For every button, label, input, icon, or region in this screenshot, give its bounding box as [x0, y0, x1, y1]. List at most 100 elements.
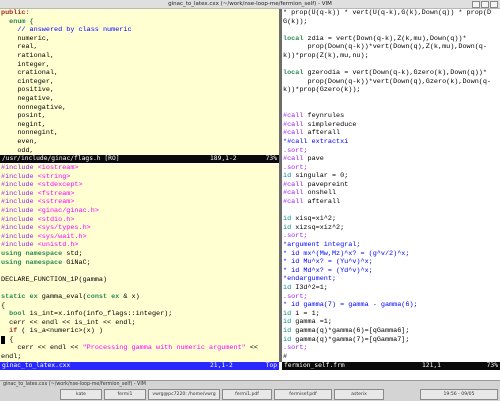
code-line[interactable]: #call pave	[283, 155, 500, 164]
task-fermi1-pdf[interactable]: fermi1.pdf	[222, 389, 272, 400]
code-line[interactable]: local zdia = vert(Down(q-k),Z(k,mu),Down…	[283, 35, 500, 44]
code-line[interactable]: id xizsq=xiz^2;	[283, 224, 500, 233]
code-line[interactable]: #	[283, 353, 500, 362]
code-line[interactable]: prop(Down(q-k))*vert(Down(q),Gzero(k),Do…	[283, 78, 500, 87]
code-line[interactable]	[283, 95, 500, 104]
code-line[interactable]: * id gamma(7) = gamma - gamma(6);	[283, 301, 500, 310]
code-line[interactable]: id I3d^2=1;	[283, 284, 500, 293]
editor-pane-flags[interactable]: public: enum { // answered by class nume…	[0, 9, 279, 155]
code-line[interactable]: * id Mu^x? = (Yu^v)^x;	[283, 258, 500, 267]
maximize-button[interactable]	[481, 1, 489, 8]
code-line[interactable]: *argument integral;	[283, 241, 500, 250]
task-kate[interactable]: kate	[60, 389, 102, 400]
code-line[interactable]: numeric,	[1, 35, 279, 44]
code-line[interactable]: #call pavepreint	[283, 181, 500, 190]
code-line[interactable]: .sort;	[283, 293, 500, 302]
code-text[interactable]: * prop(U(q-k)) * vert(U(q-k),G(k),Down(q…	[282, 9, 500, 361]
code-line[interactable]: * id mx^(Mw,Mz)^x? = (g^v/2)^x;	[283, 250, 500, 259]
code-line[interactable]: prop(Down(q-k))*vert(Down(q),Z(k,mu),Dow…	[283, 43, 500, 52]
code-line[interactable]	[1, 267, 279, 276]
code-line[interactable]: using namespace std;	[1, 250, 279, 259]
code-line[interactable]: #include <iostream>	[1, 164, 279, 173]
code-line[interactable]: positive,	[1, 86, 279, 95]
code-token: #include	[1, 164, 38, 172]
code-line[interactable]: .sort;	[283, 147, 500, 156]
code-line[interactable]: crational,	[1, 69, 279, 78]
code-line[interactable]: even,	[1, 138, 279, 147]
code-line[interactable]: #call simplereduce	[283, 121, 500, 130]
code-line[interactable]: id gamma(q)*gamma(6)=[qGamma6];	[283, 327, 500, 336]
code-text[interactable]: public: enum { // answered by class nume…	[0, 9, 279, 155]
code-line[interactable]: negative,	[1, 95, 279, 104]
code-line[interactable]: id i = 1;	[283, 310, 500, 319]
code-line[interactable]: #call afterall	[283, 198, 500, 207]
code-line[interactable]: {	[1, 302, 279, 311]
code-line[interactable]: nonnegint,	[1, 129, 279, 138]
code-line[interactable]	[283, 104, 500, 113]
task-asterix[interactable]: asterix	[334, 389, 384, 400]
code-line[interactable]: {	[1, 335, 279, 345]
code-text[interactable]: #include <iostream> #include <string> #inc…	[0, 164, 279, 362]
code-line[interactable]: #include <sys/wait.h>	[1, 233, 279, 242]
code-line[interactable]: id singular = 0;	[283, 172, 500, 181]
close-button[interactable]	[490, 1, 498, 8]
code-line[interactable]: G(k));	[283, 18, 500, 27]
code-line[interactable]: odd,	[1, 147, 279, 156]
code-line[interactable]: id xisq=xi^2;	[283, 215, 500, 224]
code-line[interactable]	[283, 207, 500, 216]
code-line[interactable]: static ex gamma_eval(const ex & x)	[1, 293, 279, 302]
code-line[interactable]: cerr << endl << "Processing gamma with n…	[1, 344, 279, 353]
code-token: nonnegative,	[1, 103, 67, 112]
code-line[interactable]: * id Md^x? = (Yd^v)^x;	[283, 267, 500, 276]
code-line[interactable]: #include <sys/types.h>	[1, 224, 279, 233]
code-line[interactable]: #include <ginac/ginac.h>	[1, 207, 279, 216]
code-line[interactable]: endl;	[1, 353, 279, 362]
task-fermi1[interactable]: fermi1	[104, 389, 146, 400]
code-line[interactable]: k))*prop(Gzero(k));	[283, 86, 500, 95]
code-line[interactable]: .sort;	[283, 344, 500, 353]
code-line[interactable]: real,	[1, 43, 279, 52]
code-line[interactable]: if ( is_a<numeric>(x) )	[1, 327, 279, 336]
code-line[interactable]	[283, 26, 500, 35]
command-line[interactable]	[0, 371, 500, 379]
code-line[interactable]: #include <stdexcept>	[1, 181, 279, 190]
editor-pane-fermion[interactable]: * prop(U(q-k)) * vert(U(q-k),G(k),Down(q…	[282, 9, 500, 362]
code-token: local	[283, 69, 304, 78]
code-line[interactable]	[1, 284, 279, 293]
code-line[interactable]: id gamma(q)*gamma(7)=[qGamma7];	[283, 336, 500, 345]
code-line[interactable]: local gzerodia = vert(Down(q-k),Gzero(k)…	[283, 69, 500, 78]
code-line[interactable]: * prop(U(q-k)) * vert(U(q-k),G(k),Down(q…	[283, 9, 500, 18]
code-line[interactable]: enum {	[1, 18, 279, 27]
code-line[interactable]: *endargument;	[283, 275, 500, 284]
code-line[interactable]	[283, 61, 500, 70]
code-line[interactable]: #include <stdio.h>	[1, 216, 279, 225]
code-line[interactable]: nonnegative,	[1, 104, 279, 113]
code-line[interactable]: #include <unistd.h>	[1, 241, 279, 250]
code-line[interactable]: #call onshell	[283, 189, 500, 198]
code-line[interactable]: // answered by class numeric	[1, 26, 279, 35]
code-line[interactable]: .sort;	[283, 164, 500, 173]
editor-pane-ginac[interactable]: #include <iostream> #include <string> #inc…	[0, 164, 279, 362]
code-line[interactable]: id gamma =1;	[283, 318, 500, 327]
code-line[interactable]: #call feynrules	[283, 112, 500, 121]
minimize-button[interactable]	[472, 1, 480, 8]
code-line[interactable]: bool is_int=x.info(info_flags::integer);	[1, 310, 279, 319]
code-line[interactable]: #include <fstream>	[1, 190, 279, 199]
code-line[interactable]: .sort;	[283, 232, 500, 241]
code-line[interactable]: rational,	[1, 52, 279, 61]
code-line[interactable]: #include <string>	[1, 173, 279, 182]
code-line[interactable]: posint,	[1, 112, 279, 121]
code-line[interactable]: *#call extractxi	[283, 138, 500, 147]
task-fermisef-pdf[interactable]: fermisef.pdf	[274, 389, 332, 400]
code-line[interactable]: DECLARE_FUNCTION_1P(gamma)	[1, 276, 279, 285]
code-line[interactable]: integer,	[1, 61, 279, 70]
code-line[interactable]: cinteger,	[1, 78, 279, 87]
code-line[interactable]: k))*prop(Z(k),mu,nu);	[283, 52, 500, 61]
code-line[interactable]: #include <sstream>	[1, 198, 279, 207]
code-line[interactable]: cerr << endl << is_int << endl;	[1, 319, 279, 328]
code-line[interactable]: negint,	[1, 121, 279, 130]
task-terminal[interactable]: vwrg@pc7220: /home/vwrg	[148, 389, 220, 400]
code-line[interactable]: using namespace GiNaC;	[1, 259, 279, 268]
code-line[interactable]: #call afterall	[283, 129, 500, 138]
code-line[interactable]: public:	[1, 9, 279, 18]
